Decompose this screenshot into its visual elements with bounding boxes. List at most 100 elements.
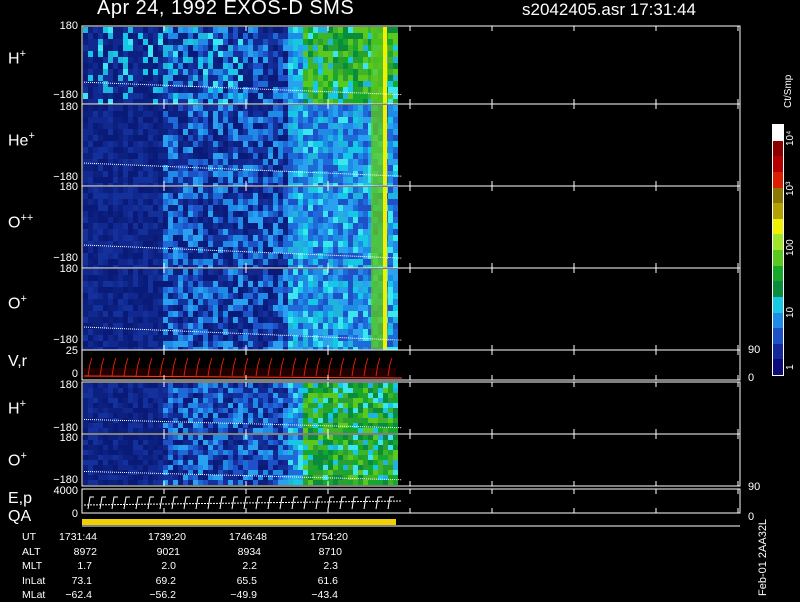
- spectro-cell: [303, 408, 308, 413]
- spectro-cell: [183, 51, 188, 57]
- spectro-cell: [333, 465, 338, 470]
- spectro-cell: [348, 27, 353, 33]
- spectro-cell: [278, 171, 283, 177]
- spectro-cell: [253, 93, 258, 99]
- spectro-cell: [188, 423, 193, 428]
- spectro-cell: [103, 45, 108, 51]
- spectro-cell: [318, 341, 323, 347]
- spectro-cell: [173, 147, 178, 153]
- spectro-cell: [158, 81, 163, 87]
- spectro-cell: [173, 388, 178, 393]
- spectro-cell: [238, 229, 243, 235]
- spectro-cell: [103, 87, 108, 93]
- spectro-cell: [163, 57, 168, 63]
- spectro-cell: [353, 51, 358, 57]
- spectro-cell: [173, 403, 178, 408]
- spectro-cell: [183, 117, 188, 123]
- spectro-cell: [138, 253, 143, 259]
- spectro-cell: [198, 281, 203, 287]
- spectro-cell: [223, 241, 228, 247]
- spectro-cell: [343, 57, 348, 63]
- spectro-cell: [158, 217, 163, 223]
- spectro-cell: [268, 398, 273, 403]
- spectro-cell: [343, 241, 348, 247]
- spectro-cell: [188, 403, 193, 408]
- spectro-cell: [83, 247, 88, 253]
- spectro-cell: [378, 413, 383, 418]
- spectro-cell: [268, 275, 273, 281]
- spectro-cell: [178, 341, 183, 347]
- spectro-cell: [363, 205, 368, 211]
- spectro-cell: [133, 45, 138, 51]
- spectro-cell: [88, 329, 93, 335]
- spectro-cell: [363, 93, 368, 99]
- spectro-cell: [203, 440, 208, 445]
- spectro-cell: [258, 217, 263, 223]
- spectro-cell: [258, 335, 263, 341]
- spectro-cell: [173, 450, 178, 455]
- spectro-cell: [323, 229, 328, 235]
- spectro-cell: [293, 341, 298, 347]
- spectro-cell: [348, 398, 353, 403]
- spectro-cell: [313, 287, 318, 293]
- spectro-cell: [178, 105, 183, 111]
- spectro-cell: [278, 39, 283, 45]
- spectro-cell: [88, 455, 93, 460]
- spectro-cell: [303, 383, 308, 388]
- spectro-cell: [258, 193, 263, 199]
- spectro-cell: [128, 211, 133, 217]
- spectro-cell: [358, 293, 363, 299]
- spectro-cell: [188, 235, 193, 241]
- spectro-cell: [153, 299, 158, 305]
- spectro-cell: [393, 187, 398, 193]
- spectro-cell: [343, 51, 348, 57]
- spectro-cell: [393, 445, 398, 450]
- colorbar-swatch: [773, 202, 783, 219]
- spectro-cell: [288, 117, 293, 123]
- spectro-cell: [88, 269, 93, 275]
- spectro-cell: [113, 211, 118, 217]
- spectro-cell: [178, 159, 183, 165]
- spectro-cell: [88, 275, 93, 281]
- spectro-cell: [288, 241, 293, 247]
- spectro-cell: [383, 435, 388, 440]
- spectro-cell: [98, 408, 103, 413]
- spectro-cell: [108, 63, 113, 69]
- intensity-peak: [383, 105, 387, 185]
- spectro-cell: [188, 217, 193, 223]
- spectro-cell: [108, 177, 113, 183]
- spectro-cell: [298, 187, 303, 193]
- spectro-cell: [333, 153, 338, 159]
- spectro-cell: [263, 33, 268, 39]
- spectro-cell: [223, 187, 228, 193]
- spectro-cell: [123, 287, 128, 293]
- spectro-cell: [303, 465, 308, 470]
- spectro-cell: [158, 87, 163, 93]
- spectro-cell: [188, 475, 193, 480]
- spectro-cell: [98, 57, 103, 63]
- colorbar-swatch: [773, 155, 783, 172]
- spectro-cell: [203, 171, 208, 177]
- spectro-cell: [233, 165, 238, 171]
- spectro-cell: [323, 123, 328, 129]
- spectro-cell: [238, 165, 243, 171]
- spectro-cell: [253, 165, 258, 171]
- spectro-cell: [198, 317, 203, 323]
- spectro-cell: [273, 259, 278, 265]
- spectro-cell: [198, 51, 203, 57]
- spectro-cell: [93, 33, 98, 39]
- spectro-cell: [98, 39, 103, 45]
- spectro-cell: [388, 75, 393, 81]
- spectro-cell: [273, 440, 278, 445]
- spectro-cell: [273, 305, 278, 311]
- spectro-cell: [268, 403, 273, 408]
- spectro-cell: [323, 393, 328, 398]
- spectro-cell: [258, 305, 263, 311]
- spectro-cell: [388, 33, 393, 39]
- spectro-cell: [198, 69, 203, 75]
- spectro-cell: [83, 111, 88, 117]
- spectro-cell: [153, 153, 158, 159]
- spectro-cell: [188, 75, 193, 81]
- spectro-cell: [113, 205, 118, 211]
- spectro-cell: [148, 211, 153, 217]
